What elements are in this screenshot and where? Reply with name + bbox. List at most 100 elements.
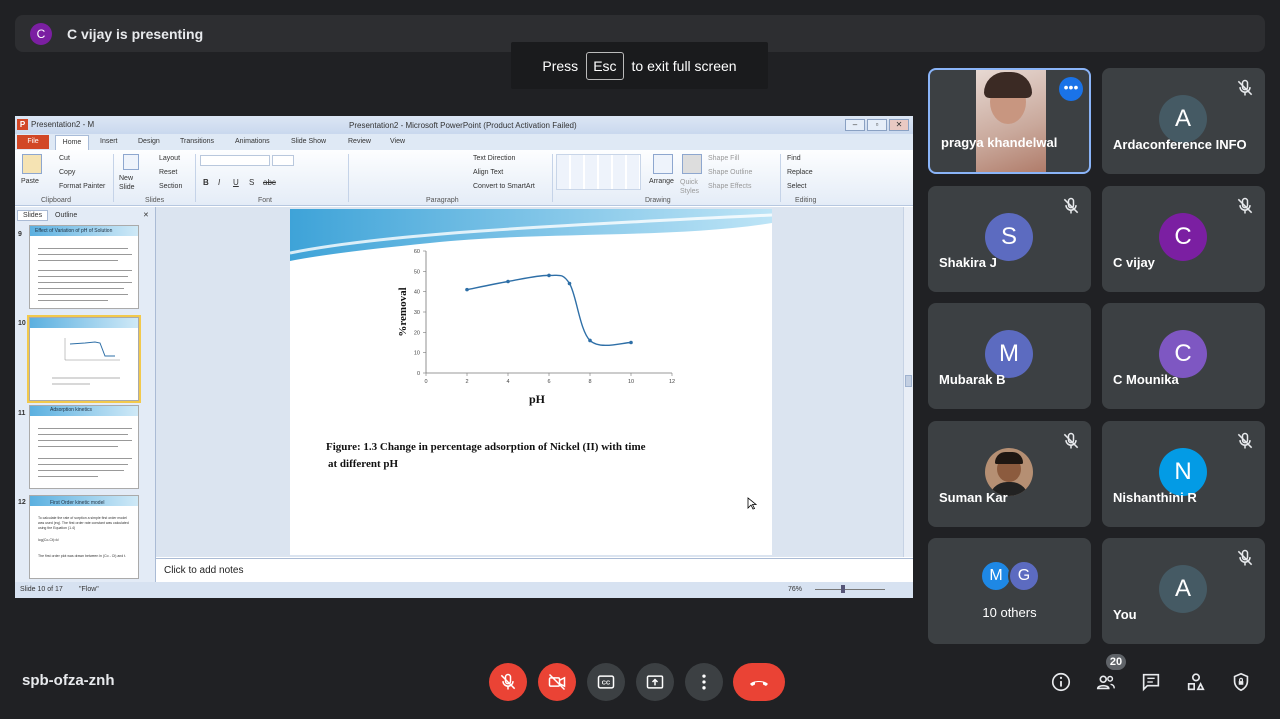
participant-tile[interactable]: N Nishanthini R (1102, 421, 1265, 527)
underline-icon[interactable]: U (233, 178, 239, 187)
tab-outline[interactable]: Outline (50, 211, 82, 220)
meeting-info-button[interactable] (1047, 668, 1075, 696)
convert-smartart-button[interactable]: Convert to SmartArt (473, 183, 535, 190)
shape-effects-button[interactable]: Shape Effects (708, 183, 751, 190)
tab-transitions[interactable]: Transitions (180, 138, 214, 145)
slide-thumbnail-10[interactable] (27, 315, 141, 403)
maximize-icon[interactable]: ▫ (867, 119, 887, 131)
paste-button[interactable]: Paste (21, 178, 39, 185)
arrange-icon[interactable] (653, 154, 673, 174)
new-slide-icon[interactable] (123, 154, 139, 170)
more-options-button[interactable] (685, 663, 723, 701)
participant-tile[interactable]: C C vijay (1102, 186, 1265, 292)
end-call-button[interactable] (733, 663, 785, 701)
layout-button[interactable]: Layout (159, 155, 180, 162)
shadow-icon[interactable]: S (249, 178, 254, 187)
tab-slide-show[interactable]: Slide Show (291, 138, 326, 145)
participant-tile-pragya[interactable]: ••• pragya khandelwal (928, 68, 1091, 174)
shapes-gallery[interactable] (556, 154, 641, 190)
x-axis-label: pH (529, 392, 546, 406)
tab-insert[interactable]: Insert (100, 138, 118, 145)
host-controls-button[interactable] (1227, 668, 1255, 696)
tab-view[interactable]: View (390, 138, 405, 145)
reset-button[interactable]: Reset (159, 169, 177, 176)
slide-thumbnail-11[interactable]: Adsorption kinetics (29, 405, 139, 489)
slide-thumbnail-12[interactable]: First Order kinetic model To calculate t… (29, 495, 139, 579)
y-axis-label: %removal (397, 287, 409, 336)
tab-design[interactable]: Design (138, 138, 160, 145)
tab-slides[interactable]: Slides (17, 210, 49, 221)
participant-tile[interactable]: A Ardaconference INFO (1102, 68, 1265, 174)
quick-styles-icon[interactable] (682, 154, 702, 174)
align-text-button[interactable]: Align Text (473, 169, 503, 176)
x-tick-label: 10 (628, 379, 634, 385)
vertical-scrollbar[interactable] (903, 207, 913, 557)
font-family-select[interactable] (200, 155, 270, 166)
copy-button[interactable]: Copy (59, 169, 75, 176)
camera-off-icon (548, 673, 566, 691)
notes-field[interactable]: Click to add notes (156, 558, 913, 582)
avatar: C (1159, 330, 1207, 378)
participant-tile[interactable]: M Mubarak B (928, 303, 1091, 409)
avatar: C (1159, 213, 1207, 261)
shield-lock-icon (1233, 672, 1249, 692)
participant-tile[interactable]: S Shakira J (928, 186, 1091, 292)
section-button[interactable]: Section (159, 183, 182, 190)
paste-icon[interactable] (22, 154, 42, 174)
camera-toggle-button[interactable] (538, 663, 576, 701)
presenter-avatar: C (30, 22, 52, 45)
minimize-icon[interactable]: – (845, 119, 865, 131)
thumb-number: 9 (18, 231, 22, 238)
strikethrough-icon[interactable]: abc (263, 178, 276, 187)
arrange-button[interactable]: Arrange (649, 178, 674, 185)
more-options-icon[interactable]: ••• (1059, 77, 1083, 101)
close-pane-icon[interactable]: ✕ (143, 211, 149, 219)
y-tick-label: 10 (414, 351, 420, 357)
participant-tile[interactable]: C C Mounika (1102, 303, 1265, 409)
shape-fill-button[interactable]: Shape Fill (708, 155, 739, 162)
ribbon-tabs: File Home Insert Design Transitions Anim… (15, 134, 913, 150)
avatar: M (985, 330, 1033, 378)
slide-thumbnail-9[interactable]: Effect of Variation of pH of Solution (29, 225, 139, 309)
find-button[interactable]: Find (787, 155, 801, 162)
slide-svg: 0 10 20 30 40 50 60 0 2 4 6 8 10 12 %removal pH (290, 209, 772, 406)
participant-tile[interactable]: Suman Kar (928, 421, 1091, 527)
tab-animations[interactable]: Animations (235, 138, 270, 145)
present-button[interactable] (636, 663, 674, 701)
others-tile[interactable]: M G 10 others (928, 538, 1091, 644)
tab-file[interactable]: File (17, 135, 49, 149)
activities-button[interactable] (1182, 668, 1210, 696)
participant-name: C Mounika (1113, 372, 1179, 387)
others-count: 10 others (982, 605, 1037, 620)
replace-button[interactable]: Replace (787, 169, 813, 176)
end-call-icon (750, 681, 768, 686)
people-button[interactable]: 20 (1092, 654, 1126, 696)
zoom-slider-thumb[interactable] (841, 585, 845, 593)
cut-button[interactable]: Cut (59, 155, 70, 162)
tab-home[interactable]: Home (55, 135, 89, 150)
font-size-select[interactable] (272, 155, 294, 166)
tab-review[interactable]: Review (348, 138, 371, 145)
new-slide-button[interactable]: New Slide (119, 174, 141, 192)
participant-name: Shakira J (939, 255, 997, 270)
bold-icon[interactable]: B (203, 178, 209, 187)
select-button[interactable]: Select (787, 183, 806, 190)
mic-off-icon (1063, 197, 1079, 214)
avatar: A (1159, 565, 1207, 613)
italic-icon[interactable]: I (218, 178, 220, 187)
text-direction-button[interactable]: Text Direction (473, 155, 515, 162)
close-icon[interactable]: ✕ (889, 119, 909, 131)
presenter-text: C vijay is presenting (67, 25, 204, 42)
participant-name: Mubarak B (939, 372, 1006, 387)
y-tick-label: 60 (414, 249, 420, 255)
zoom-slider[interactable] (815, 589, 885, 590)
captions-button[interactable]: CC (587, 663, 625, 701)
y-tick-label: 0 (417, 371, 420, 377)
participant-tile-you[interactable]: A You (1102, 538, 1265, 644)
quick-styles-button[interactable]: Quick Styles (680, 178, 704, 196)
shape-outline-button[interactable]: Shape Outline (708, 169, 752, 176)
chat-button[interactable] (1137, 668, 1165, 696)
ppt-window-title: Presentation2 - Microsoft PowerPoint (Pr… (349, 121, 577, 130)
format-painter-button[interactable]: Format Painter (59, 183, 105, 190)
mic-toggle-button[interactable] (489, 663, 527, 701)
